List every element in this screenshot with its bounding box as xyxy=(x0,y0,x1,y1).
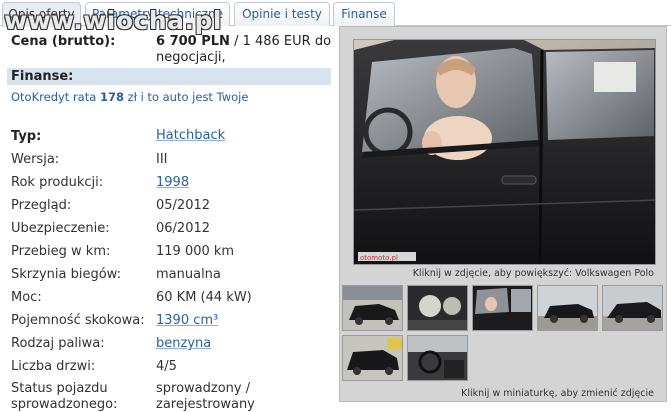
spec-value-status: sprowadzony / zarejestrowany xyxy=(156,381,255,412)
spec-value-ubezpieczenie: 06/2012 xyxy=(156,221,211,236)
spec-label-skrzynia: Skrzynia biegów: xyxy=(11,267,121,282)
main-photo[interactable]: otomoto.pl xyxy=(353,39,656,265)
price-label: Cena (brutto): xyxy=(11,34,116,49)
spec-value-pojemnosc[interactable]: 1390 cm³ xyxy=(156,313,218,329)
spec-value-typ[interactable]: Hatchback xyxy=(156,128,225,144)
spec-value-rok[interactable]: 1998 xyxy=(156,175,189,191)
thumbnail-image xyxy=(538,286,597,330)
spec-label-przebieg: Przebieg w km: xyxy=(11,244,111,259)
spec-label-pojemnosc: Pojemność skokowa: xyxy=(11,313,145,328)
spec-value-moc: 60 KM (44 kW) xyxy=(156,290,252,305)
finance-title: Finanse: xyxy=(11,69,74,84)
tab-finanse[interactable]: Finanse xyxy=(333,2,395,26)
spec-label-moc: Moc: xyxy=(11,290,42,305)
thumbnail-5[interactable] xyxy=(602,285,663,331)
spec-value-przebieg: 119 000 km xyxy=(156,244,235,259)
loan-suffix: zł i to auto jest Twoje xyxy=(123,90,249,104)
thumbnail-1[interactable] xyxy=(342,285,403,331)
thumbnail-image xyxy=(343,336,402,380)
thumbnail-image xyxy=(408,336,467,380)
thumbnail-image xyxy=(603,286,662,330)
loan-amount: 178 xyxy=(99,90,124,104)
car-photo-image: otomoto.pl xyxy=(354,40,655,264)
loan-prefix: OtoKredyt rata xyxy=(11,90,100,104)
spec-label-typ: Typ: xyxy=(11,129,42,144)
spec-label-wersja: Wersja: xyxy=(11,152,60,167)
spec-label-ubezpieczenie: Ubezpieczenie: xyxy=(11,221,110,236)
spec-value-skrzynia: manualna xyxy=(156,267,221,282)
thumbnail-image xyxy=(408,286,467,330)
spec-label-drzwi: Liczba drzwi: xyxy=(11,359,96,374)
spec-value-status-line2: zarejestrowany xyxy=(156,397,255,412)
price-pln: 6 700 PLN xyxy=(156,34,230,49)
tab-opinie-i-testy[interactable]: Opinie i testy xyxy=(234,2,330,26)
thumbnails-caption: Kliknij w miniaturkę, aby zmienić zdjęci… xyxy=(461,388,654,399)
spec-value-status-line1: sprowadzony / xyxy=(156,381,251,396)
photo-stamp: otomoto.pl xyxy=(360,254,398,262)
spec-value-wersja: III xyxy=(156,152,168,167)
thumbnail-7[interactable] xyxy=(407,335,468,381)
spec-label-paliwo: Rodzaj paliwa: xyxy=(11,336,105,351)
spec-label-status: Status pojazdu sprowadzonego: xyxy=(11,381,118,412)
main-photo-caption: Kliknij w zdjęcie, aby powiększyć: Volks… xyxy=(412,268,654,279)
thumbnail-2[interactable] xyxy=(407,285,468,331)
photo-gallery: otomoto.pl Kliknij w zdjęcie, aby powięk… xyxy=(339,26,667,402)
thumbnail-image xyxy=(343,286,402,330)
spec-label-status-line2: sprowadzonego: xyxy=(11,397,118,412)
spec-label-przeglad: Przegląd: xyxy=(11,198,72,213)
thumbnail-4[interactable] xyxy=(537,285,598,331)
loan-link[interactable]: OtoKredyt rata 178 zł i to auto jest Two… xyxy=(11,90,248,104)
offer-details: Cena (brutto): 6 700 PLN / 1 486 EUR do … xyxy=(0,26,336,412)
spec-value-drzwi: 4/5 xyxy=(156,359,177,374)
finance-header: Finanse: xyxy=(7,68,331,85)
spec-label-status-line1: Status pojazdu xyxy=(11,381,108,396)
thumbnail-6[interactable] xyxy=(342,335,403,381)
price-value: 6 700 PLN / 1 486 EUR do negocjacji, xyxy=(156,34,332,66)
spec-value-przeglad: 05/2012 xyxy=(156,198,211,213)
spec-label-rok: Rok produkcji: xyxy=(11,175,104,190)
thumbnail-3[interactable] xyxy=(472,285,533,331)
thumbnail-image xyxy=(473,286,532,330)
spec-value-paliwo[interactable]: benzyna xyxy=(156,336,211,352)
